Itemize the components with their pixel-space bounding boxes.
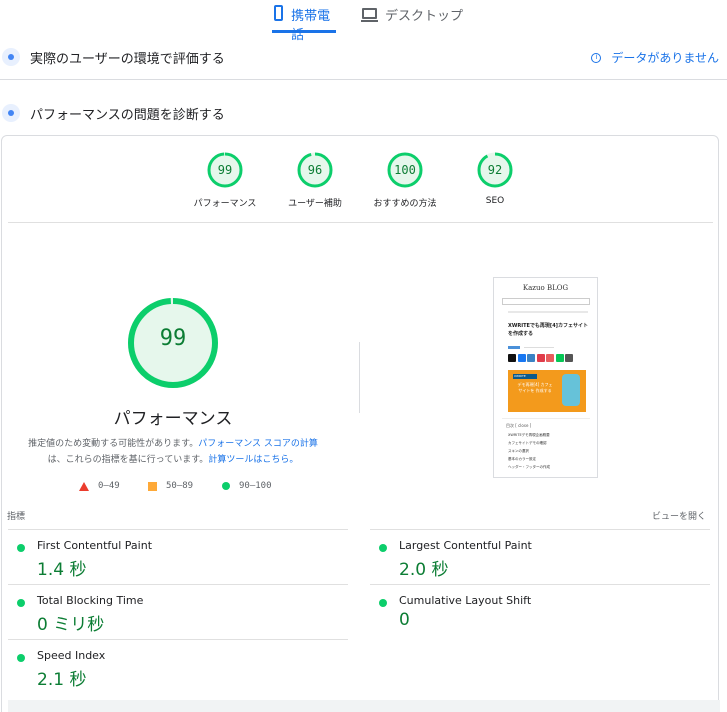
category-gauges: 99 パフォーマンス 96 ユーザー補助 100 おすすめの方法 92 SEO bbox=[0, 152, 727, 212]
thumb-toc-item: 基本のカラー設定 bbox=[508, 457, 536, 461]
gauge-performance[interactable]: 99 パフォーマンス bbox=[185, 152, 265, 209]
thumb-toc-item: カフェサイトデモの確認 bbox=[508, 441, 547, 445]
thumb-toc-title: 目次 [ close ] bbox=[506, 423, 532, 428]
info-icon: i bbox=[591, 52, 602, 63]
diagnose-section: パフォーマンスの問題を診断する bbox=[0, 100, 727, 126]
tab-mobile-label: 携帯電話 bbox=[291, 9, 331, 43]
thumb-date bbox=[524, 347, 554, 348]
score-note: 推定値のため変動する可能性があります。パフォーマンス スコアの計算 は、これらの… bbox=[20, 436, 326, 468]
gauge-label: おすすめの方法 bbox=[373, 199, 437, 209]
thumb-hero-illustration bbox=[562, 374, 580, 406]
gauge-label: ユーザー補助 bbox=[288, 199, 342, 209]
performance-title: パフォーマンス bbox=[113, 409, 233, 429]
legend-fail: 0–49 bbox=[79, 481, 120, 491]
diagnose-icon bbox=[2, 104, 20, 122]
divider bbox=[8, 222, 713, 223]
thumb-toc-item: XWRITEデモ再現企画概要 bbox=[508, 433, 550, 437]
tab-desktop[interactable]: デスクトップ bbox=[361, 0, 464, 33]
metric-value: 1.4 秒 bbox=[37, 560, 87, 580]
thumb-share-buttons bbox=[508, 354, 573, 362]
legend-range: 50–89 bbox=[166, 481, 194, 491]
no-data-link[interactable]: i データがありません bbox=[591, 49, 719, 66]
metric-fcp: First Contentful Paint 1.4 秒 bbox=[8, 529, 348, 584]
score-legend: 0–49 50–89 90–100 bbox=[0, 481, 346, 495]
gauge-score: 100 bbox=[394, 163, 416, 177]
metric-value: 2.1 秒 bbox=[37, 670, 87, 690]
metric-name: Speed Index bbox=[37, 649, 106, 662]
metrics-label: 指標 bbox=[7, 512, 26, 522]
pass-icon bbox=[17, 599, 25, 607]
metric-name: Cumulative Layout Shift bbox=[399, 594, 532, 607]
metric-cls: Cumulative Layout Shift 0 bbox=[370, 584, 710, 639]
pass-icon bbox=[379, 544, 387, 552]
gauge-label: SEO bbox=[485, 196, 505, 206]
triangle-icon bbox=[79, 481, 89, 491]
performance-score: 99 bbox=[159, 326, 187, 351]
metrics-header: 指標 ビューを開く bbox=[0, 509, 727, 523]
metric-tbt: Total Blocking Time 0 ミリ秒 bbox=[8, 584, 348, 639]
field-data-section: 実際のユーザーの環境で評価する i データがありません bbox=[0, 44, 727, 70]
gauge-score: 96 bbox=[307, 163, 323, 177]
thumb-breadcrumb bbox=[508, 311, 588, 313]
desktop-icon bbox=[361, 8, 378, 22]
pass-icon bbox=[17, 654, 25, 662]
metric-name: Largest Contentful Paint bbox=[399, 539, 532, 552]
thumb-toc-item: ヘッダー・フッターの作成 bbox=[508, 465, 550, 469]
legend-average: 50–89 bbox=[148, 481, 193, 491]
vertical-divider bbox=[359, 342, 360, 413]
thumb-logo: Kazuo BLOG bbox=[522, 284, 569, 292]
metric-lcp: Largest Contentful Paint 2.0 秒 bbox=[370, 529, 710, 584]
gauge-label: パフォーマンス bbox=[193, 199, 257, 209]
pass-icon bbox=[17, 544, 25, 552]
thumb-tag bbox=[508, 346, 520, 349]
gauge-seo[interactable]: 92 SEO bbox=[455, 152, 535, 206]
legend-range: 0–49 bbox=[98, 481, 120, 491]
score-calc-link[interactable]: パフォーマンス スコアの計算 bbox=[198, 439, 318, 449]
note-text: 推定値のため変動する可能性があります。 bbox=[28, 439, 199, 449]
legend-pass: 90–100 bbox=[222, 481, 272, 491]
gauge-score: 92 bbox=[487, 163, 503, 177]
field-data-icon bbox=[2, 48, 20, 66]
thumb-title: XWRITEでも再現[4]カフェサイトを作成する bbox=[508, 323, 588, 337]
final-screenshot[interactable]: Kazuo BLOG XWRITEでも再現[4]カフェサイトを作成する XWRI… bbox=[493, 277, 598, 478]
diagnose-title: パフォーマンスの問題を診断する bbox=[30, 107, 225, 123]
legend-range: 90–100 bbox=[239, 481, 272, 491]
thumb-toc-item: スキンの選択 bbox=[508, 449, 529, 453]
metric-value: 0 bbox=[399, 610, 410, 630]
metric-value: 2.0 秒 bbox=[399, 560, 449, 580]
metric-name: Total Blocking Time bbox=[37, 594, 144, 607]
calculator-link[interactable]: 計算ツールはこちら。 bbox=[208, 455, 298, 465]
metric-value: 0 ミリ秒 bbox=[37, 615, 105, 635]
metric-name: First Contentful Paint bbox=[37, 539, 153, 552]
expand-view-button[interactable]: ビューを開く bbox=[652, 509, 706, 522]
square-icon bbox=[148, 481, 157, 491]
note-text: は、これらの指標を基に行っています。 bbox=[47, 455, 209, 465]
thumb-notice bbox=[502, 298, 590, 305]
tab-mobile[interactable]: 携帯電話 bbox=[272, 0, 336, 43]
thumb-hero-image: XWRITE デモ再現[4] カフェサイトを 作成する bbox=[508, 370, 586, 412]
circle-icon bbox=[222, 482, 230, 490]
thumb-toc: 目次 [ close ] XWRITEデモ再現企画概要 カフェサイトデモの確認 … bbox=[502, 418, 590, 477]
thumb-hero-label: XWRITE bbox=[513, 374, 537, 379]
no-data-label: データがありません bbox=[611, 51, 719, 65]
thumb-hero-text: デモ再現[4] カフェサイトを 作成する bbox=[517, 382, 553, 393]
metric-si: Speed Index 2.1 秒 bbox=[8, 639, 348, 694]
phone-icon bbox=[274, 5, 284, 21]
gauge-best-practices[interactable]: 100 おすすめの方法 bbox=[365, 152, 445, 209]
runtime-info-bar bbox=[8, 700, 720, 712]
gauge-score: 99 bbox=[217, 163, 233, 177]
divider bbox=[0, 79, 727, 80]
gauge-accessibility[interactable]: 96 ユーザー補助 bbox=[275, 152, 355, 209]
tab-desktop-label: デスクトップ bbox=[385, 9, 464, 24]
pass-icon bbox=[379, 599, 387, 607]
field-data-title: 実際のユーザーの環境で評価する bbox=[30, 51, 225, 67]
